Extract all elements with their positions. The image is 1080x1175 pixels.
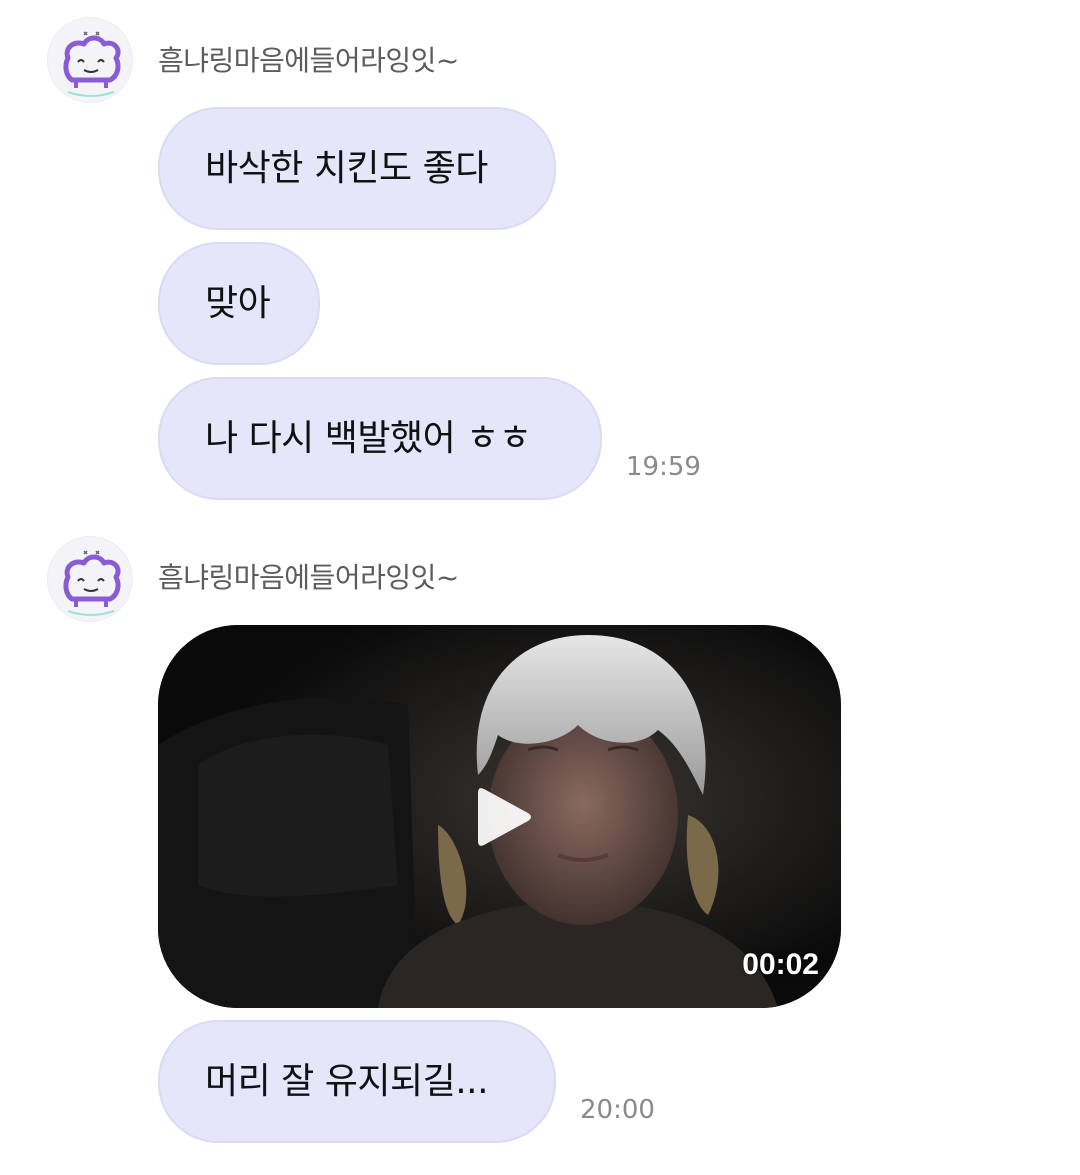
cute-bread-character-icon [63,31,121,97]
sender-name: 흠냐링마음에들어라잉잇~ [158,561,459,594]
video-message[interactable]: 00:02 [158,625,841,1008]
message-text: 맞아 [205,282,271,324]
cute-bread-character-icon [63,550,121,616]
message-text: 나 다시 백발했어 ㅎㅎ [205,417,532,459]
sender-avatar[interactable] [47,17,133,103]
message-bubble[interactable]: 나 다시 백발했어 ㅎㅎ [158,377,602,500]
sender-avatar[interactable] [47,536,133,622]
sender-name: 흠냐링마음에들어라잉잇~ [158,44,459,77]
message-text: 머리 잘 유지되길... [205,1060,489,1102]
message-timestamp: 20:00 [580,1095,655,1125]
video-duration: 00:02 [742,948,819,981]
message-timestamp: 19:59 [626,452,701,482]
message-text: 바삭한 치킨도 좋다 [205,147,488,189]
play-icon[interactable] [476,785,532,849]
message-bubble[interactable]: 머리 잘 유지되길... [158,1020,556,1143]
message-bubble[interactable]: 바삭한 치킨도 좋다 [158,107,556,230]
message-bubble[interactable]: 맞아 [158,242,320,365]
